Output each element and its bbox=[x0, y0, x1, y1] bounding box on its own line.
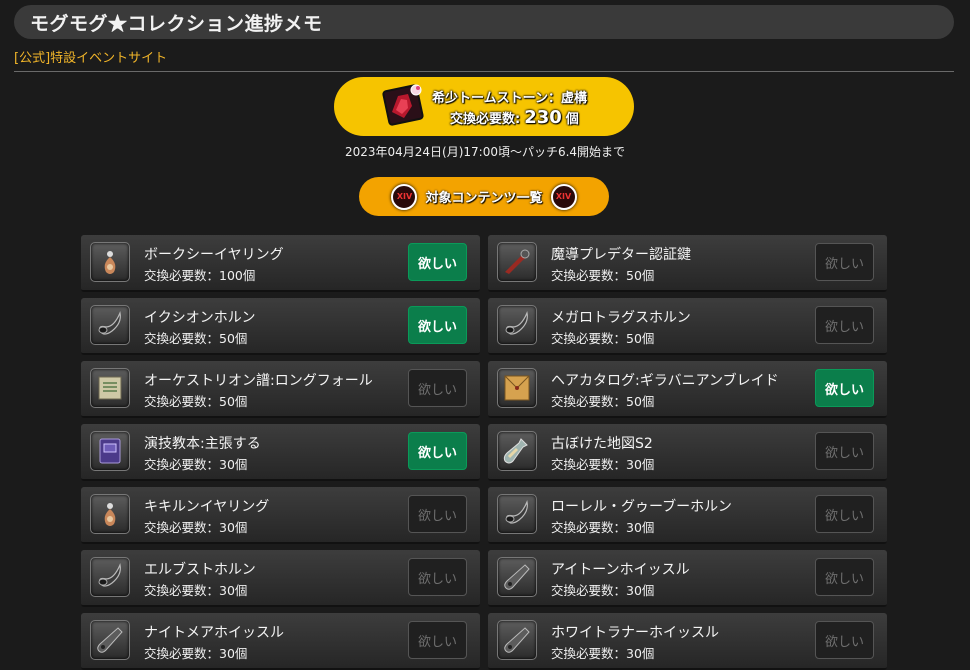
item-card: キキルンイヤリング 交換必要数：30個 欲しい bbox=[81, 487, 480, 544]
item-cost: 交換必要数：100個 bbox=[144, 268, 256, 283]
want-button[interactable]: 欲しい bbox=[408, 243, 467, 281]
item-name: オーケストリオン譜:ロングフォール bbox=[144, 373, 373, 389]
item-name: メガロトラグスホルン bbox=[551, 310, 691, 326]
item-card: ヘアカタログ:ギラバニアンブレイド 交換必要数：50個 欲しい bbox=[488, 361, 887, 418]
page-title: モグモグ★コレクション進捗メモ bbox=[30, 12, 323, 35]
want-button[interactable]: 欲しい bbox=[815, 369, 874, 407]
item-card: ローレル・グゥーブーホルン 交換必要数：30個 欲しい bbox=[488, 487, 887, 544]
item-card: 古ぼけた地図S2 交換必要数：30個 欲しい bbox=[488, 424, 887, 481]
item-cost: 交換必要数：50個 bbox=[551, 331, 655, 346]
book-icon bbox=[90, 431, 130, 471]
item-cost: 交換必要数：30個 bbox=[551, 520, 655, 535]
horn-icon bbox=[497, 305, 537, 345]
item-name: ホワイトラナーホイッスル bbox=[551, 625, 719, 641]
want-button[interactable]: 欲しい bbox=[815, 621, 874, 659]
item-name: ヘアカタログ:ギラバニアンブレイド bbox=[551, 373, 779, 389]
title-bar: モグモグ★コレクション進捗メモ bbox=[14, 5, 954, 39]
want-button[interactable]: 欲しい bbox=[815, 432, 874, 470]
item-name: キキルンイヤリング bbox=[144, 499, 270, 515]
item-card: アイトーンホイッスル 交換必要数：30個 欲しい bbox=[488, 550, 887, 607]
content-list-button[interactable]: XIV 対象コンテンツ一覧 XIV bbox=[359, 177, 609, 216]
want-button[interactable]: 欲しい bbox=[408, 495, 467, 533]
item-cost: 交換必要数：30個 bbox=[144, 457, 248, 472]
whistle-icon bbox=[497, 557, 537, 597]
tomestone-cost-unit: 個 bbox=[565, 112, 579, 127]
want-button[interactable]: 欲しい bbox=[815, 243, 874, 281]
item-card: 演技教本:主張する 交換必要数：30個 欲しい bbox=[81, 424, 480, 481]
content-list-label: 対象コンテンツ一覧 bbox=[425, 191, 543, 206]
item-card: ボークシーイヤリング 交換必要数：100個 欲しい bbox=[81, 235, 480, 292]
whistle-icon bbox=[90, 620, 130, 660]
item-cost: 交換必要数：30個 bbox=[551, 583, 655, 598]
horn-icon bbox=[90, 305, 130, 345]
item-name: ナイトメアホイッスル bbox=[144, 625, 284, 641]
tomestone-cost: 交換必要数: 230 個 bbox=[450, 107, 579, 128]
item-card: メガロトラグスホルン 交換必要数：50個 欲しい bbox=[488, 298, 887, 355]
item-cost: 交換必要数：50個 bbox=[144, 331, 248, 346]
item-cost: 交換必要数：30個 bbox=[144, 583, 248, 598]
scroll-icon bbox=[90, 368, 130, 408]
want-button[interactable]: 欲しい bbox=[408, 306, 467, 344]
want-button[interactable]: 欲しい bbox=[408, 432, 467, 470]
item-cost: 交換必要数：30個 bbox=[144, 646, 248, 661]
earring-icon bbox=[90, 242, 130, 282]
item-name: ローレル・グゥーブーホルン bbox=[551, 499, 732, 515]
item-card: エルブストホルン 交換必要数：30個 欲しい bbox=[81, 550, 480, 607]
item-cost: 交換必要数：50個 bbox=[551, 394, 655, 409]
item-cost: 交換必要数：50個 bbox=[551, 268, 655, 283]
tomestone-panel: 希少トームストーン：虚構 交換必要数: 230 個 bbox=[334, 77, 634, 136]
divider bbox=[14, 71, 954, 72]
item-cost: 交換必要数：30個 bbox=[551, 457, 655, 472]
item-card: ホワイトラナーホイッスル 交換必要数：30個 欲しい bbox=[488, 613, 887, 670]
tomestone-name: 希少トームストーン：虚構 bbox=[432, 91, 587, 106]
want-button[interactable]: 欲しい bbox=[408, 621, 467, 659]
horn-icon bbox=[90, 557, 130, 597]
key-icon bbox=[497, 242, 537, 282]
item-card: 魔導プレデター認証鍵 交換必要数：50個 欲しい bbox=[488, 235, 887, 292]
envelope-icon bbox=[497, 368, 537, 408]
want-button[interactable]: 欲しい bbox=[815, 495, 874, 533]
tomestone-icon bbox=[382, 82, 426, 128]
deadline-text: 2023年04月24日(月)17:00頃～パッチ6.4開始まで bbox=[344, 145, 626, 159]
whistle-icon bbox=[497, 620, 537, 660]
item-grid: ボークシーイヤリング 交換必要数：100個 欲しい 魔導プレデター認証鍵 交換必要数：5… bbox=[81, 235, 887, 670]
item-cost: 交換必要数：30個 bbox=[551, 646, 655, 661]
want-button[interactable]: 欲しい bbox=[815, 306, 874, 344]
xiv-logo-icon: XIV bbox=[550, 183, 577, 210]
item-name: 演技教本:主張する bbox=[144, 436, 261, 452]
horn-icon bbox=[497, 494, 537, 534]
item-card: ナイトメアホイッスル 交換必要数：30個 欲しい bbox=[81, 613, 480, 670]
want-button[interactable]: 欲しい bbox=[815, 558, 874, 596]
official-event-site-link[interactable]: [公式]特設イベントサイト bbox=[14, 47, 167, 66]
item-name: アイトーンホイッスル bbox=[551, 562, 690, 578]
xiv-logo-icon: XIV bbox=[391, 183, 418, 210]
item-name: エルブストホルン bbox=[144, 562, 256, 578]
item-card: イクシオンホルン 交換必要数：50個 欲しい bbox=[81, 298, 480, 355]
item-name: 魔導プレデター認証鍵 bbox=[551, 247, 691, 263]
earring-icon bbox=[90, 494, 130, 534]
item-name: ボークシーイヤリング bbox=[144, 247, 284, 263]
want-button[interactable]: 欲しい bbox=[408, 369, 467, 407]
item-name: 古ぼけた地図S2 bbox=[551, 436, 653, 452]
item-cost: 交換必要数：30個 bbox=[144, 520, 248, 535]
item-name: イクシオンホルン bbox=[144, 310, 256, 326]
tomestone-cost-value: 230 bbox=[524, 107, 562, 128]
item-cost: 交換必要数：50個 bbox=[144, 394, 248, 409]
want-button[interactable]: 欲しい bbox=[408, 558, 467, 596]
tomestone-cost-label: 交換必要数: bbox=[450, 112, 521, 127]
item-card: オーケストリオン譜:ロングフォール 交換必要数：50個 欲しい bbox=[81, 361, 480, 418]
bottle-icon bbox=[497, 431, 537, 471]
